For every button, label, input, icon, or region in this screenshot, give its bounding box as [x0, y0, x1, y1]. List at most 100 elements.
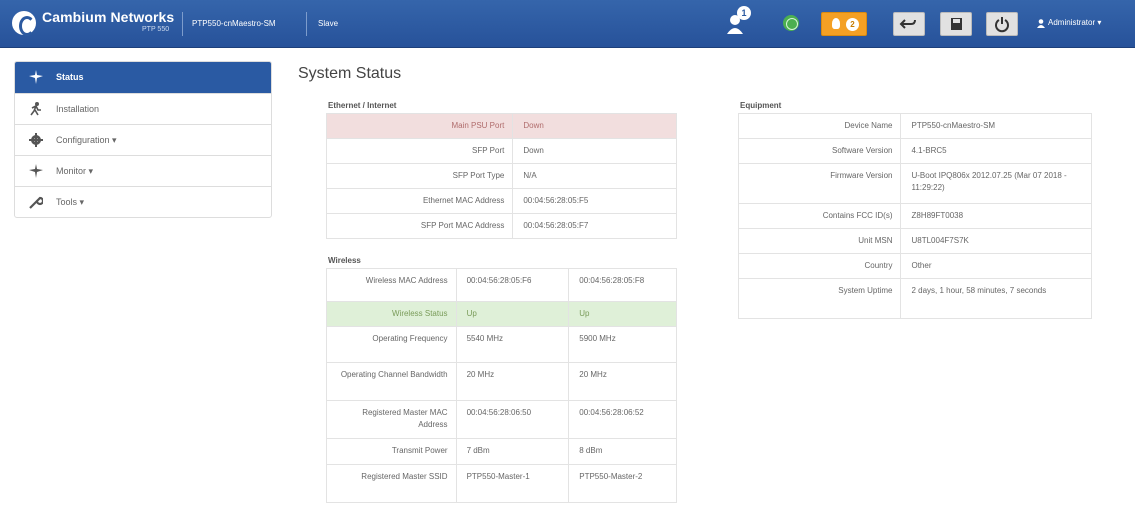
table-row: Device Name PTP550-cnMaestro-SM — [737, 113, 1092, 139]
row-key: SFP Port MAC Address — [325, 213, 514, 239]
row-value: 4.1-BRC5 — [900, 138, 1092, 164]
user-name: Administrator — [1048, 18, 1096, 27]
row-key: Software Version — [737, 138, 902, 164]
table-row: System Uptime 2 days, 1 hour, 58 minutes… — [737, 278, 1092, 319]
ethernet-section-title: Ethernet / Internet — [328, 101, 397, 110]
row-key: System Uptime — [737, 278, 902, 319]
page-title: System Status — [298, 65, 402, 82]
row-key: Wireless MAC Address — [326, 268, 457, 302]
device-mode-label: Slave — [318, 19, 339, 28]
table-row: SFP Port MAC Address 00:04:56:28:05:F7 — [325, 213, 677, 239]
row-value-radio-2: 5900 MHz — [568, 326, 677, 363]
sidebar-item-configuration[interactable]: Configuration ▾ — [15, 124, 271, 155]
sidebar-item-label: Installation — [56, 104, 100, 114]
row-value: 00:04:56:28:05:F7 — [512, 213, 677, 239]
wireless-section-title: Wireless — [328, 256, 361, 265]
row-value-radio-2: PTP550-Master-2 — [568, 464, 677, 503]
table-row: Software Version 4.1-BRC5 — [737, 138, 1092, 164]
row-key: Operating Frequency — [326, 326, 457, 363]
monitor-icon — [29, 164, 43, 178]
reboot-button[interactable] — [986, 12, 1018, 36]
table-row: SFP Port Down — [325, 138, 677, 164]
top-navbar: Cambium Networks PTP 550 PTP550-cnMaestr… — [0, 0, 1135, 48]
sidebar-item-label: Monitor ▾ — [56, 166, 94, 176]
notification-count-badge: 2 — [846, 18, 859, 31]
row-key: SFP Port — [325, 138, 514, 164]
table-row: Transmit Power 7 dBm 8 dBm — [326, 438, 677, 465]
brand-product: PTP 550 — [142, 26, 170, 33]
table-row: Main PSU Port Down — [325, 113, 677, 139]
table-row: Country Other — [737, 253, 1092, 279]
undo-icon — [899, 19, 916, 29]
row-value-radio-1: 00:04:56:28:05:F6 — [455, 268, 570, 302]
row-key: Registered Master MAC Address — [326, 400, 457, 439]
globe-icon[interactable] — [783, 15, 799, 31]
row-value: U8TL004F7S7K — [900, 228, 1092, 254]
ethernet-table: Main PSU Port Down SFP Port Down SFP Por… — [325, 113, 677, 239]
sidebar-item-installation[interactable]: Installation — [15, 93, 271, 124]
row-key: Contains FCC ID(s) — [737, 203, 902, 229]
lightbulb-icon — [832, 18, 840, 29]
row-value-radio-1: 20 MHz — [455, 362, 570, 401]
cambium-logo-icon — [12, 11, 36, 36]
notifications-button[interactable]: 2 — [821, 12, 867, 36]
row-value: 2 days, 1 hour, 58 minutes, 7 seconds — [900, 278, 1092, 319]
row-key: Transmit Power — [326, 438, 457, 465]
equipment-table: Device Name PTP550-cnMaestro-SM Software… — [737, 113, 1092, 319]
divider — [182, 12, 183, 36]
user-icon — [1037, 19, 1045, 28]
row-value-radio-2: Up — [568, 301, 677, 327]
gear-icon — [29, 133, 43, 147]
table-row: Ethernet MAC Address 00:04:56:28:05:F5 — [325, 188, 677, 214]
table-row: Operating Channel Bandwidth 20 MHz 20 MH… — [326, 362, 677, 401]
row-key: Unit MSN — [737, 228, 902, 254]
alarm-count-badge: 1 — [737, 6, 751, 20]
row-key: Main PSU Port — [325, 113, 514, 139]
row-value: U-Boot IPQ806x 2012.07.25 (Mar 07 2018 -… — [900, 163, 1092, 204]
row-value: PTP550-cnMaestro-SM — [900, 113, 1092, 139]
row-value-radio-1: 7 dBm — [455, 438, 570, 465]
table-row: SFP Port Type N/A — [325, 163, 677, 189]
installation-icon — [30, 102, 41, 116]
sidebar-item-status[interactable]: Status — [15, 62, 271, 93]
user-menu[interactable]: Administrator ▾ — [1048, 18, 1101, 27]
table-row: Registered Master SSID PTP550-Master-1 P… — [326, 464, 677, 503]
table-row: Unit MSN U8TL004F7S7K — [737, 228, 1092, 254]
brand-name: Cambium Networks — [42, 9, 175, 25]
row-key: SFP Port Type — [325, 163, 514, 189]
table-row: Operating Frequency 5540 MHz 5900 MHz — [326, 326, 677, 363]
wrench-icon — [29, 196, 43, 209]
sidebar-item-tools[interactable]: Tools ▾ — [15, 186, 271, 217]
row-key: Country — [737, 253, 902, 279]
row-key: Ethernet MAC Address — [325, 188, 514, 214]
power-icon — [995, 17, 1009, 33]
device-name-label: PTP550-cnMaestro-SM — [192, 19, 276, 28]
table-row: Registered Master MAC Address 00:04:56:2… — [326, 400, 677, 439]
table-row: Contains FCC ID(s) Z8H89FT0038 — [737, 203, 1092, 229]
row-key: Wireless Status — [326, 301, 457, 327]
sidebar-item-label: Status — [56, 72, 84, 82]
table-row: Wireless Status Up Up — [326, 301, 677, 327]
sidebar-item-monitor[interactable]: Monitor ▾ — [15, 155, 271, 186]
row-value: N/A — [512, 163, 677, 189]
row-value: Down — [512, 113, 677, 139]
wireless-table: Wireless MAC Address 00:04:56:28:05:F6 0… — [326, 268, 677, 503]
sidebar-item-label: Configuration ▾ — [56, 135, 117, 145]
row-value-radio-1: Up — [455, 301, 570, 327]
status-icon — [29, 70, 43, 84]
row-value: 00:04:56:28:05:F5 — [512, 188, 677, 214]
row-key: Device Name — [737, 113, 902, 139]
sidebar-nav: Status Installation Configuration ▾ Moni… — [14, 61, 272, 218]
divider — [306, 12, 307, 36]
row-value-radio-1: 5540 MHz — [455, 326, 570, 363]
save-icon — [951, 18, 962, 30]
undo-button[interactable] — [893, 12, 925, 36]
row-value-radio-2: 8 dBm — [568, 438, 677, 465]
row-key: Firmware Version — [737, 163, 902, 204]
row-value: Other — [900, 253, 1092, 279]
row-key: Operating Channel Bandwidth — [326, 362, 457, 401]
row-value-radio-2: 00:04:56:28:05:F8 — [568, 268, 677, 302]
row-value-radio-2: 00:04:56:28:06:52 — [568, 400, 677, 439]
save-button[interactable] — [940, 12, 972, 36]
row-value: Z8H89FT0038 — [900, 203, 1092, 229]
